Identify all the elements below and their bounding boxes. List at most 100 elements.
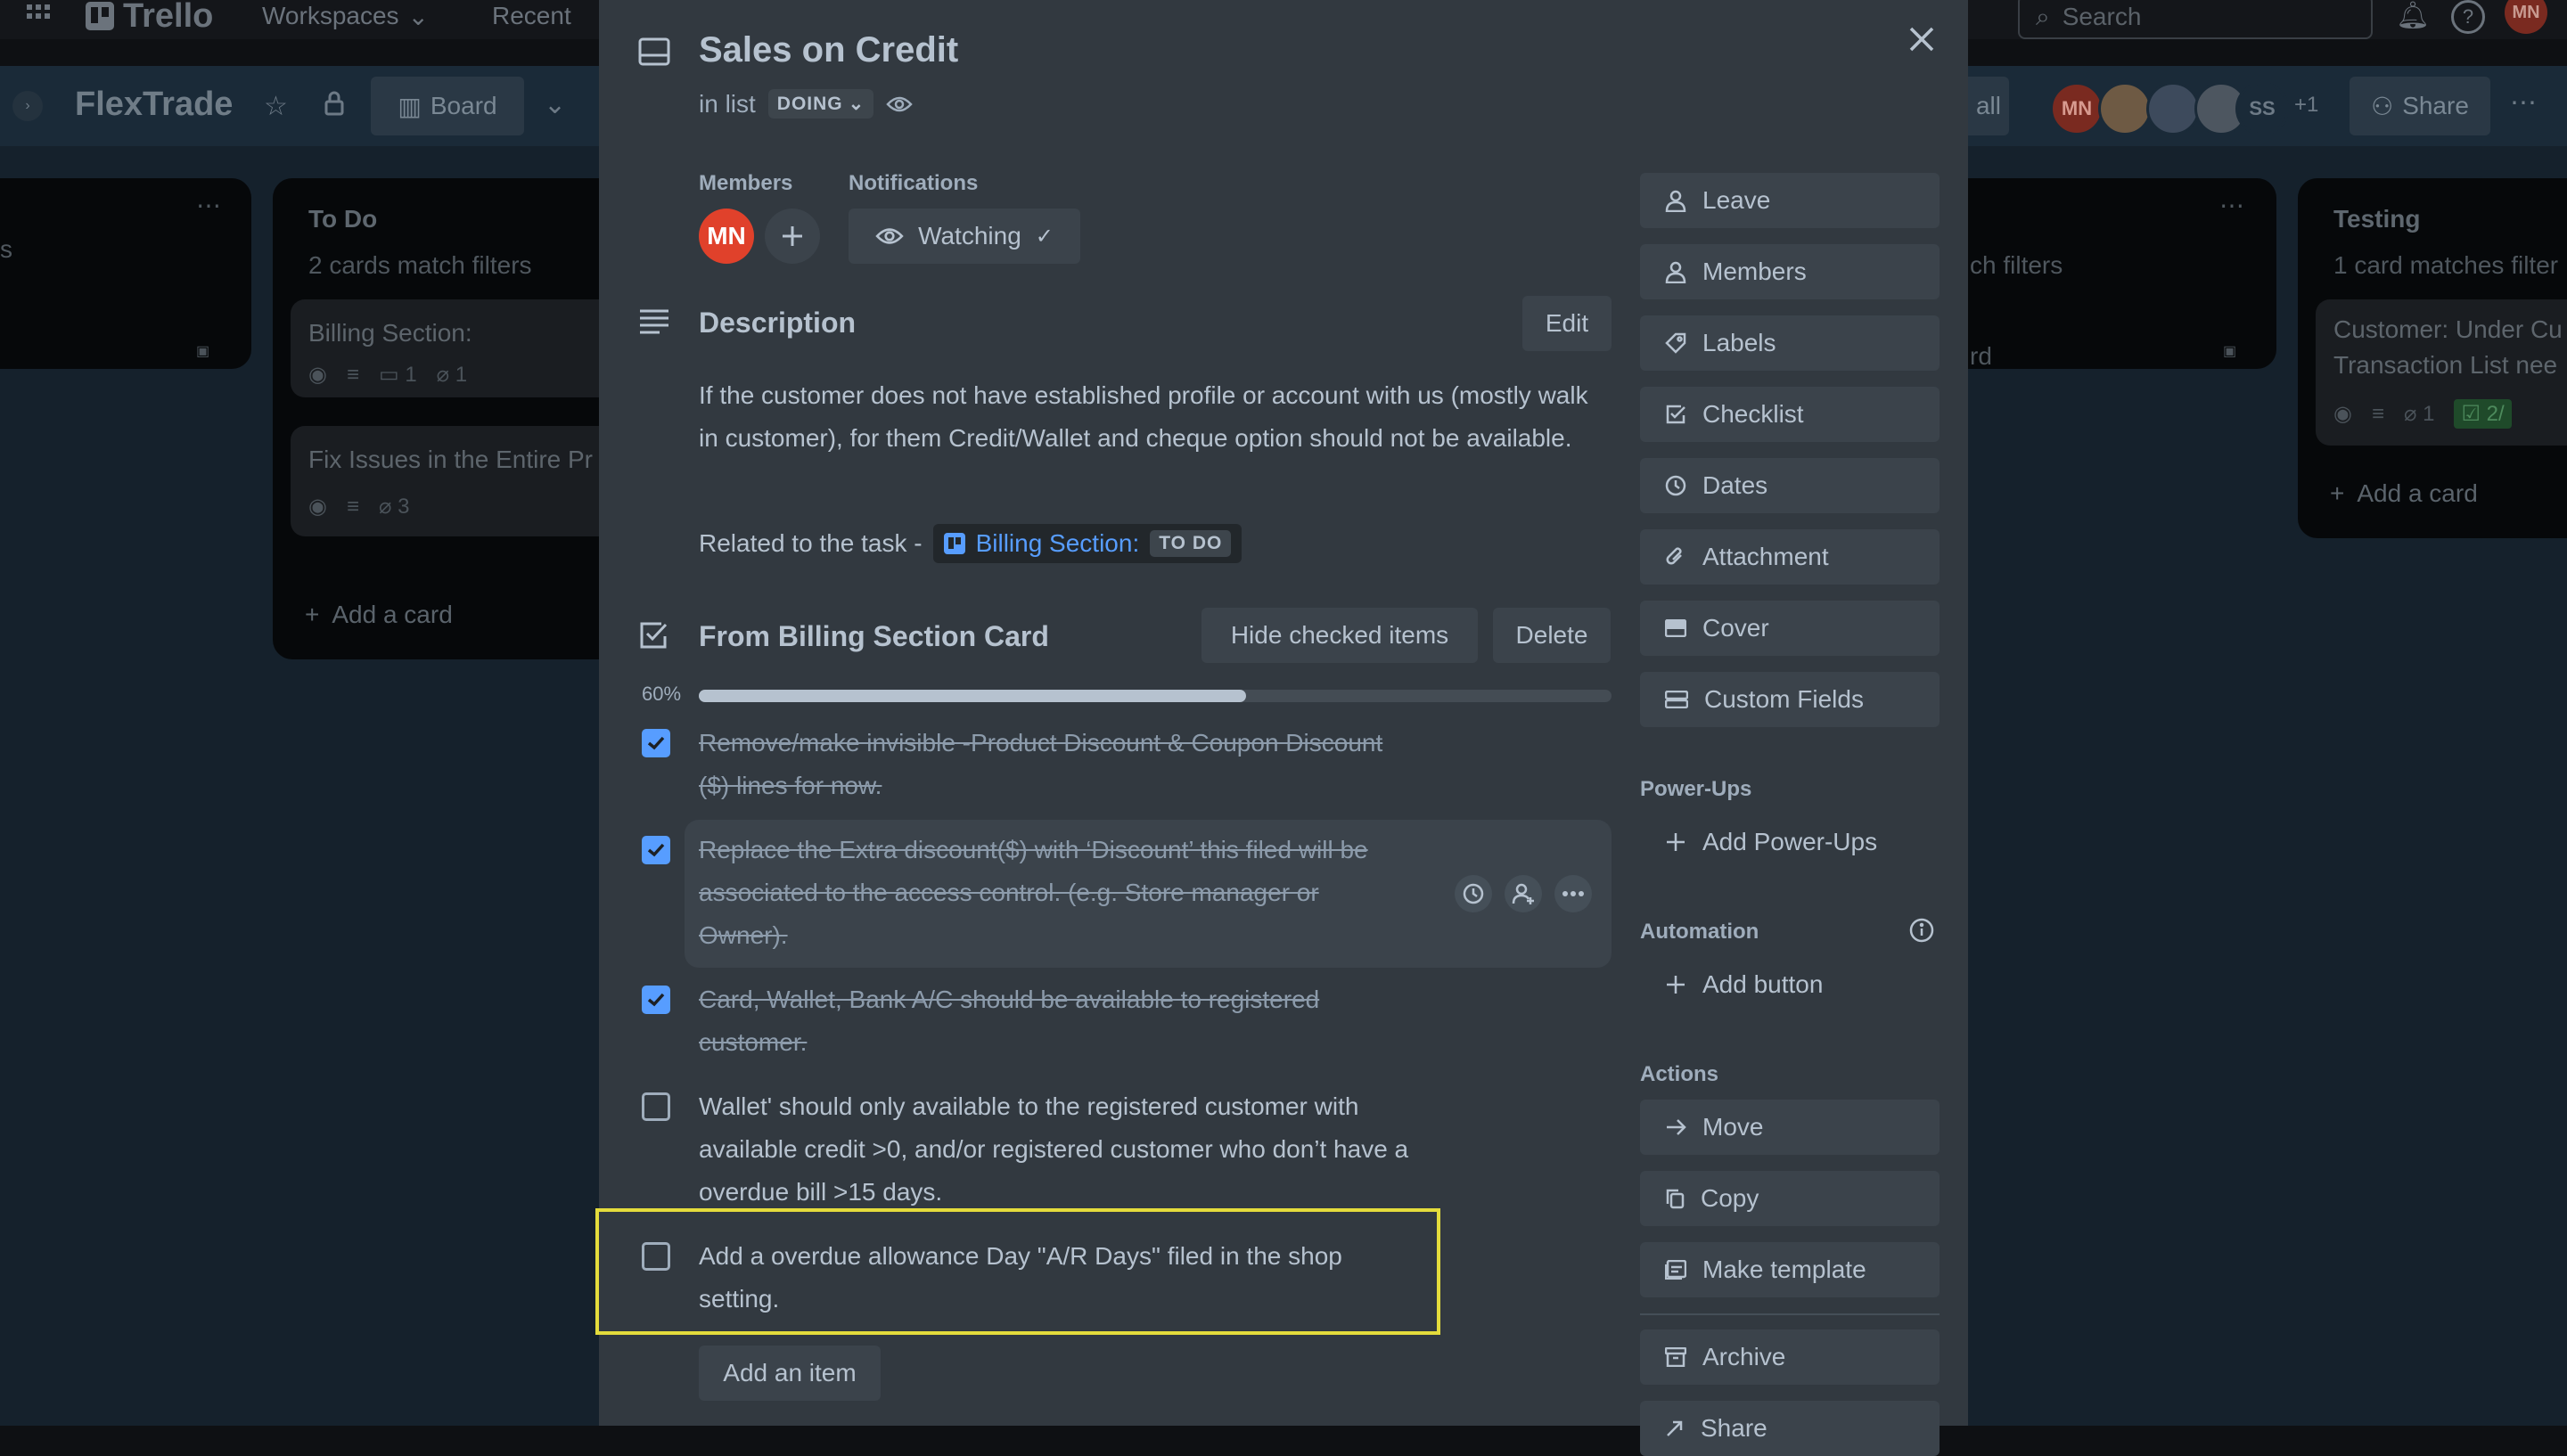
help-icon[interactable]: ?	[2451, 0, 2485, 34]
card-template-icon[interactable]: ▣	[196, 342, 209, 360]
add-card-button[interactable]: + Add a card	[305, 601, 453, 629]
workspaces-menu[interactable]: Workspaces ⌄	[262, 0, 429, 32]
list-selector[interactable]: DOING ⌄	[767, 89, 874, 119]
custom-fields-button[interactable]: Custom Fields	[1640, 672, 1940, 727]
make-template-button[interactable]: Make template	[1640, 1242, 1940, 1297]
add-member-button[interactable]	[765, 209, 820, 264]
cover-button[interactable]: Cover	[1640, 601, 1940, 656]
checklist-item-text[interactable]: Replace the Extra discount($) with ‘Disc…	[699, 829, 1368, 957]
members-label: Members	[699, 171, 793, 195]
check-icon: ✓	[1035, 224, 1054, 249]
leave-button[interactable]: Leave	[1640, 173, 1940, 228]
search-input[interactable]: ⌕ Search	[2018, 0, 2373, 39]
close-icon[interactable]	[1906, 23, 1938, 55]
plus-icon: +	[305, 601, 320, 628]
plus-icon	[1667, 833, 1685, 851]
copy-icon	[1666, 1189, 1685, 1209]
cover-label: Cover	[1702, 614, 1769, 642]
add-button-label: Add button	[1702, 970, 1824, 998]
watching-label: Watching	[918, 222, 1021, 249]
archive-button[interactable]: Archive	[1640, 1329, 1940, 1385]
checklist-item-checkbox[interactable]	[642, 729, 670, 757]
board-card[interactable]: Customer: Under Cu Transaction List nee …	[2316, 299, 2567, 446]
share-board-button[interactable]: ⚇ Share	[2350, 77, 2490, 135]
view-switcher-chevron-icon[interactable]: ⌄	[544, 89, 566, 120]
add-checklist-item-button[interactable]: Add an item	[699, 1346, 881, 1401]
watching-icon: ◉	[2333, 402, 2352, 426]
related-card-link[interactable]: Billing Section: TO DO	[932, 524, 1242, 563]
user-avatar[interactable]: MN	[2505, 0, 2547, 34]
attachment-button[interactable]: Attachment	[1640, 529, 1940, 585]
sidebar-expand-icon[interactable]: ›	[12, 91, 43, 121]
recent-menu[interactable]: Recent	[492, 0, 571, 32]
star-icon[interactable]: ☆	[264, 91, 288, 122]
checklist-item-checkbox[interactable]	[642, 986, 670, 1014]
board-menu-icon[interactable]: ⋯	[2510, 87, 2537, 119]
board-card[interactable]: Billing Section: ◉ ≡ ▭ 1 ⌀ 1	[291, 299, 647, 397]
info-icon[interactable]	[1909, 918, 1934, 943]
copy-button[interactable]: Copy	[1640, 1171, 1940, 1226]
plus-icon	[1667, 976, 1685, 994]
board-member-avatar[interactable]: SS	[2235, 82, 2289, 135]
dates-label: Dates	[1702, 471, 1768, 499]
list-menu-icon[interactable]: ⋯	[2219, 191, 2244, 220]
apps-grid-icon[interactable]	[27, 0, 50, 32]
add-powerups-button[interactable]: Add Power-Ups	[1640, 814, 1940, 870]
search-icon: ⌕	[2036, 2, 2050, 30]
checklist-icon	[1666, 405, 1685, 424]
board-list: ⋯ s ▣	[0, 178, 251, 369]
dates-button[interactable]: Dates	[1640, 458, 1940, 513]
card-title[interactable]: Sales on Credit	[699, 30, 958, 70]
item-text-line: Replace the Extra discount($) with ‘Disc…	[699, 836, 1368, 863]
more-members-count[interactable]: +1	[2294, 93, 2318, 118]
powerups-label: Power-Ups	[1640, 777, 1752, 801]
add-automation-button[interactable]: Add button	[1640, 957, 1940, 1012]
add-card-button[interactable]: + Add a card	[2330, 479, 2478, 508]
share-card-button[interactable]: Share	[1640, 1401, 1940, 1456]
board-view-button[interactable]: ▥ Board	[371, 77, 524, 135]
item-text-line: setting.	[699, 1285, 780, 1313]
board-list-todo: To Do 2 cards match filters Billing Sect…	[273, 178, 647, 659]
checklist-item-checkbox[interactable]	[642, 1242, 670, 1271]
list-menu-icon[interactable]: ⋯	[196, 191, 221, 220]
list-title[interactable]: Testing	[2333, 205, 2420, 233]
checklist-item-text[interactable]: Card, Wallet, Bank A/C should be availab…	[699, 978, 1319, 1064]
members-button[interactable]: Members	[1640, 244, 1940, 299]
list-title[interactable]: To Do	[308, 205, 377, 233]
edit-description-button[interactable]: Edit	[1522, 296, 1612, 351]
notifications-bell-icon[interactable]: 🔔︎	[2396, 0, 2430, 31]
checklist-item-text[interactable]: Wallet' should only available to the reg…	[699, 1085, 1408, 1214]
checklist-item-text[interactable]: Remove/make invisible -Product Discount …	[699, 722, 1382, 807]
checklist-item-text[interactable]: Add a overdue allowance Day "A/R Days" f…	[699, 1235, 1342, 1321]
assign-member-icon[interactable]	[1505, 875, 1542, 912]
checklist-count: 2/	[2486, 402, 2505, 426]
attachment-count: 1	[455, 363, 468, 387]
due-date-clock-icon[interactable]	[1455, 875, 1492, 912]
trello-logo[interactable]: Trello	[86, 0, 213, 35]
card-template-icon[interactable]: ▣	[2223, 342, 2236, 360]
labels-button[interactable]: Labels	[1640, 315, 1940, 371]
checklist-item-checkbox[interactable]	[642, 1092, 670, 1121]
more-options-icon[interactable]	[1554, 875, 1592, 912]
board-card[interactable]: Fix Issues in the Entire Pr ◉ ≡ ⌀ 3	[291, 426, 647, 536]
description-text[interactable]: If the customer does not have establishe…	[699, 374, 1590, 460]
member-avatar[interactable]: MN	[699, 209, 754, 264]
delete-checklist-button[interactable]: Delete	[1493, 608, 1611, 663]
copy-label: Copy	[1701, 1184, 1759, 1212]
checklist-progress-percent: 60%	[642, 683, 682, 705]
lock-icon[interactable]	[324, 91, 344, 116]
checklist-title[interactable]: From Billing Section Card	[699, 620, 1049, 653]
card-detail-modal: Sales on Credit in list DOING ⌄ Members M…	[595, 0, 1968, 1456]
board-member-avatar[interactable]	[2098, 82, 2152, 135]
checklist-item-checkbox[interactable]	[642, 836, 670, 864]
move-button[interactable]: Move	[1640, 1100, 1940, 1155]
checklist-button[interactable]: Checklist	[1640, 387, 1940, 442]
board-member-avatar[interactable]	[2146, 82, 2200, 135]
hide-checked-items-button[interactable]: Hide checked items	[1201, 608, 1478, 663]
item-text-line: Card, Wallet, Bank A/C should be availab…	[699, 986, 1320, 1013]
watch-toggle-button[interactable]: Watching ✓	[849, 209, 1080, 264]
board-card-title: Billing Section:	[308, 319, 472, 347]
board-member-avatar[interactable]: MN	[2050, 82, 2104, 135]
board-name[interactable]: FlexTrade	[75, 86, 233, 124]
clear-filters-button[interactable]: all	[1968, 77, 2009, 135]
